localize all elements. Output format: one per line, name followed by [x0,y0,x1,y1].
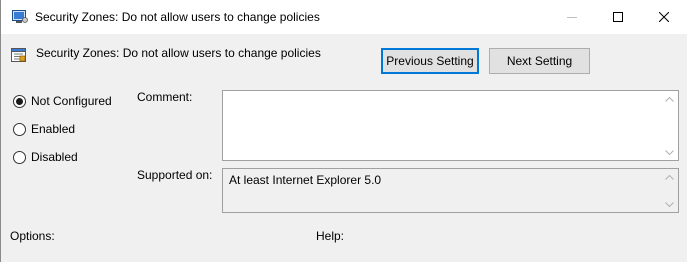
window-title: Security Zones: Do not allow users to ch… [35,10,320,24]
minimize-button[interactable] [549,0,595,34]
radio-indicator[interactable] [13,150,26,164]
supported-on-value: At least Internet Explorer 5.0 [229,173,382,187]
policy-dialog-window: Security Zones: Do not allow users to ch… [0,0,687,262]
scroll-up-icon[interactable] [662,171,676,183]
radio-dot [16,97,23,105]
radio-enabled[interactable]: Enabled [13,122,75,136]
radio-label-enabled: Enabled [31,122,76,136]
close-icon [659,12,669,22]
close-button[interactable] [641,0,687,34]
previous-setting-button[interactable]: Previous Setting [381,48,479,74]
scroll-down-icon[interactable] [662,146,676,158]
scroll-down-icon[interactable] [662,198,676,210]
minimize-icon [567,12,577,22]
radio-selected-indicator[interactable] [13,94,26,108]
policy-setting-icon [11,47,27,63]
radio-label-not-configured: Not Configured [31,94,112,108]
supported-on-field[interactable]: At least Internet Explorer 5.0 [222,168,679,213]
radio-label-disabled: Disabled [31,150,78,164]
radio-not-configured[interactable]: Not Configured [13,94,112,108]
scroll-up-icon[interactable] [662,93,676,105]
comment-label: Comment: [137,90,193,104]
next-setting-button[interactable]: Next Setting [489,48,590,74]
supported-on-label: Supported on: [137,168,213,182]
policy-title: Security Zones: Do not allow users to ch… [36,46,321,60]
radio-disabled[interactable]: Disabled [13,150,78,164]
maximize-button[interactable] [595,0,641,34]
comment-field[interactable] [222,90,679,161]
title-bar[interactable]: Security Zones: Do not allow users to ch… [1,0,687,34]
maximize-icon [613,12,623,22]
options-section-label: Options: [10,229,55,243]
help-section-label: Help: [316,229,345,243]
policy-icon [12,10,28,24]
radio-indicator[interactable] [13,122,26,136]
